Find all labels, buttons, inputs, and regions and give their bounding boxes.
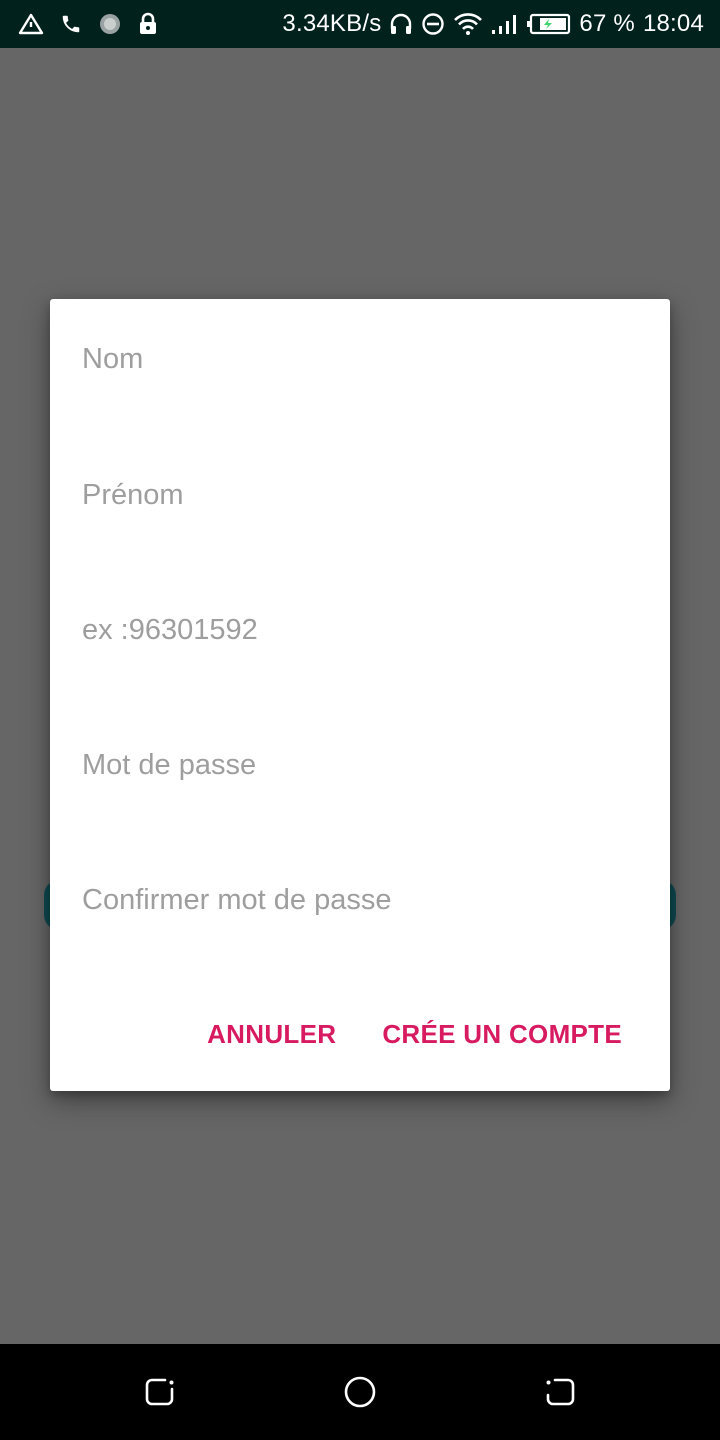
battery-percent: 67 % bbox=[579, 10, 635, 37]
confirm-password-input[interactable] bbox=[82, 870, 638, 930]
lock-icon bbox=[138, 12, 158, 36]
screen: 3.34KB/s 67 % 18:04 Nom Prénom ex:96301… bbox=[0, 0, 720, 1440]
back-icon[interactable] bbox=[140, 1372, 180, 1412]
create-account-dialog: ANNULER CRÉE UN COMPTE bbox=[50, 299, 670, 1091]
do-not-disturb-icon bbox=[421, 12, 445, 36]
nom-input[interactable] bbox=[82, 329, 638, 389]
recent-apps-icon[interactable] bbox=[540, 1372, 580, 1412]
clock: 18:04 bbox=[642, 10, 704, 37]
wifi-icon bbox=[453, 12, 483, 36]
cancel-button[interactable]: ANNULER bbox=[191, 1011, 352, 1058]
navigation-bar bbox=[0, 1344, 720, 1440]
net-speed: 3.34KB/s bbox=[282, 10, 382, 37]
warning-triangle-icon bbox=[18, 13, 44, 35]
spinner-icon bbox=[98, 12, 122, 36]
signal-icon bbox=[491, 12, 519, 36]
home-icon[interactable] bbox=[340, 1372, 380, 1412]
headphones-icon bbox=[389, 13, 413, 35]
phone-input[interactable] bbox=[82, 600, 638, 660]
prenom-input[interactable] bbox=[82, 465, 638, 525]
status-left-icons bbox=[18, 12, 158, 36]
status-bar: 3.34KB/s 67 % 18:04 bbox=[0, 0, 720, 48]
dialog-actions: ANNULER CRÉE UN COMPTE bbox=[191, 1011, 638, 1058]
phone-icon bbox=[60, 13, 82, 35]
password-input[interactable] bbox=[82, 735, 638, 795]
battery-icon bbox=[527, 13, 571, 35]
create-account-button[interactable]: CRÉE UN COMPTE bbox=[366, 1011, 638, 1058]
status-right: 3.34KB/s 67 % 18:04 bbox=[282, 10, 704, 38]
